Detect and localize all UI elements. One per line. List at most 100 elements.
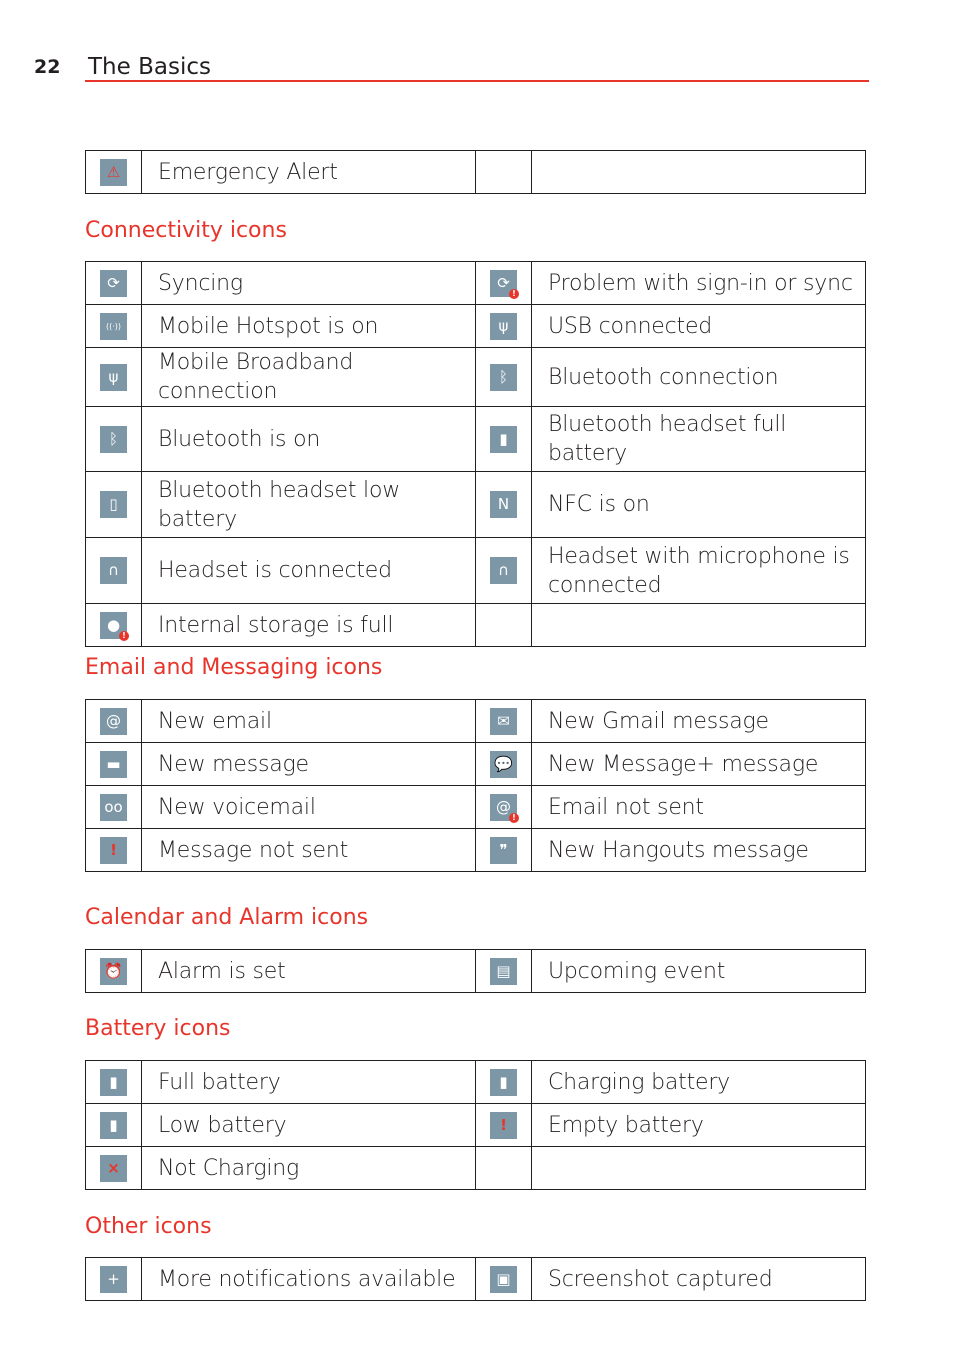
table-row: ⚠ Emergency Alert — [85, 150, 866, 194]
icon-description: Bluetooth connection — [531, 347, 866, 407]
icon-table: + More notifications available ▣ Screenshot… — [85, 1257, 866, 1301]
icon-cell: + — [85, 1257, 142, 1301]
icon-description: Bluetooth headset full battery — [531, 406, 866, 472]
icon-cell: N — [475, 471, 532, 538]
section-heading: Email and Messaging icons — [85, 655, 383, 680]
email-not-sent-icon: @! — [490, 793, 519, 823]
icon-table: @ New email ✉ New Gmail message ▬ New message… — [85, 699, 866, 872]
icon-cell: ((·)) — [85, 304, 142, 348]
icon-description: NFC is on — [531, 471, 866, 538]
alert-badge-icon: ! — [509, 288, 519, 299]
icon-cell: ❞ — [475, 828, 532, 872]
icon-cell — [475, 603, 532, 647]
icon-description: Problem with sign-in or sync — [531, 261, 866, 305]
icon-description: New Message+ message — [531, 742, 866, 786]
icon-description: New voicemail — [141, 785, 476, 829]
table-row: ▯ Bluetooth headset low battery N NFC is on — [85, 471, 866, 538]
icon-description: Message not sent — [141, 828, 476, 872]
icon-description: Mobile Broadband connection — [141, 347, 476, 407]
icon-description: New email — [141, 699, 476, 743]
icon-cell — [475, 1146, 532, 1190]
icon-description — [531, 603, 866, 647]
icon-table: ⚠ Emergency Alert — [85, 150, 866, 194]
alert-badge-icon: ! — [509, 812, 519, 823]
icon-cell: ⟳! — [475, 261, 532, 305]
table-row: + More notifications available ▣ Screenshot… — [85, 1257, 866, 1301]
icon-cell — [475, 150, 532, 194]
bluetooth-icon: ᛒ — [100, 425, 127, 453]
usb-icon: ψ — [490, 312, 517, 340]
headset-microphone-icon: ∩ — [490, 557, 517, 584]
more-notifications-icon: + — [100, 1265, 127, 1293]
nfc-icon: N — [490, 491, 517, 518]
icon-cell: ▬ — [85, 742, 142, 786]
table-row: ▬ New message 💬 New Message+ message — [85, 742, 866, 786]
table-row: @ New email ✉ New Gmail message — [85, 699, 866, 743]
icon-description: Mobile Hotspot is on — [141, 304, 476, 348]
icon-cell: ! — [475, 1103, 532, 1147]
section-heading: Battery icons — [85, 1016, 231, 1041]
storage-full-icon: ●! — [100, 611, 129, 641]
icon-cell: ∩ — [475, 537, 532, 604]
icon-cell: ⟳ — [85, 261, 142, 305]
mobile-broadband-icon: ψ — [100, 363, 127, 391]
table-row: ψ Mobile Broadband connection ᛒ Bluetooth c… — [85, 347, 866, 407]
icon-cell: ▮ — [475, 406, 532, 472]
icon-description: Charging battery — [531, 1060, 866, 1104]
icon-cell: ⏰ — [85, 949, 142, 993]
icon-cell: × — [85, 1146, 142, 1190]
hotspot-icon: ((·)) — [100, 312, 127, 340]
table-row: × Not Charging — [85, 1146, 866, 1190]
bluetooth-headset-full-battery-icon: ▮ — [490, 425, 517, 453]
icon-description: Upcoming event — [531, 949, 866, 993]
icon-cell: ✉ — [475, 699, 532, 743]
icon-cell: ▮ — [475, 1060, 532, 1104]
table-row: ●! Internal storage is full — [85, 603, 866, 647]
icon-description: Headset is connected — [141, 537, 476, 604]
title-rule — [85, 80, 869, 82]
section-heading: Other icons — [85, 1214, 212, 1239]
icon-description: New Gmail message — [531, 699, 866, 743]
icon-description: Alarm is set — [141, 949, 476, 993]
table-row: oo New voicemail @! Email not sent — [85, 785, 866, 829]
sync-icon: ⟳ — [100, 269, 127, 297]
icon-cell: ▮ — [85, 1060, 142, 1104]
icon-cell: oo — [85, 785, 142, 829]
battery-low-icon: ▮ — [100, 1111, 127, 1139]
icon-description: New message — [141, 742, 476, 786]
bluetooth-headset-low-battery-icon: ▯ — [100, 491, 127, 518]
table-row: ((·)) Mobile Hotspot is on ψ USB connected — [85, 304, 866, 348]
icon-cell: ▤ — [475, 949, 532, 993]
icon-description: Bluetooth is on — [141, 406, 476, 472]
voicemail-icon: oo — [100, 793, 127, 821]
icon-cell: ᛒ — [85, 406, 142, 472]
message-plus-icon: 💬 — [490, 750, 517, 778]
message-not-sent-icon: ! — [100, 836, 127, 864]
table-row: ⟳ Syncing ⟳! Problem with sign-in or sync — [85, 261, 866, 305]
icon-table: ⟳ Syncing ⟳! Problem with sign-in or sync((… — [85, 261, 866, 647]
icon-description: Low battery — [141, 1103, 476, 1147]
icon-description: Bluetooth headset low battery — [141, 471, 476, 538]
icon-cell: ψ — [475, 304, 532, 348]
icon-cell: ⚠ — [85, 150, 142, 194]
battery-not-charging-icon: × — [100, 1154, 127, 1182]
page-number: 22 — [34, 56, 61, 78]
icon-table: ⏰ Alarm is set ▤ Upcoming event — [85, 949, 866, 993]
icon-description: Headset with microphone is connected — [531, 537, 866, 604]
icon-description: Screenshot captured — [531, 1257, 866, 1301]
icon-description: Not Charging — [141, 1146, 476, 1190]
battery-charging-icon: ▮ — [490, 1068, 517, 1096]
bluetooth-connected-icon: ᛒ — [490, 363, 517, 391]
alarm-icon: ⏰ — [100, 957, 127, 985]
warning-icon: ⚠ — [100, 158, 127, 186]
icon-description: Emergency Alert — [141, 150, 476, 194]
section-heading: Connectivity icons — [85, 218, 287, 243]
icon-description: More notifications available — [141, 1257, 476, 1301]
screenshot-icon: ▣ — [490, 1265, 517, 1293]
icon-cell: ψ — [85, 347, 142, 407]
icon-table: ▮ Full battery ▮ Charging battery ▮ Low batte… — [85, 1060, 866, 1190]
icon-description: New Hangouts message — [531, 828, 866, 872]
icon-cell: ᛒ — [475, 347, 532, 407]
message-icon: ▬ — [100, 750, 127, 778]
icon-description: Full battery — [141, 1060, 476, 1104]
